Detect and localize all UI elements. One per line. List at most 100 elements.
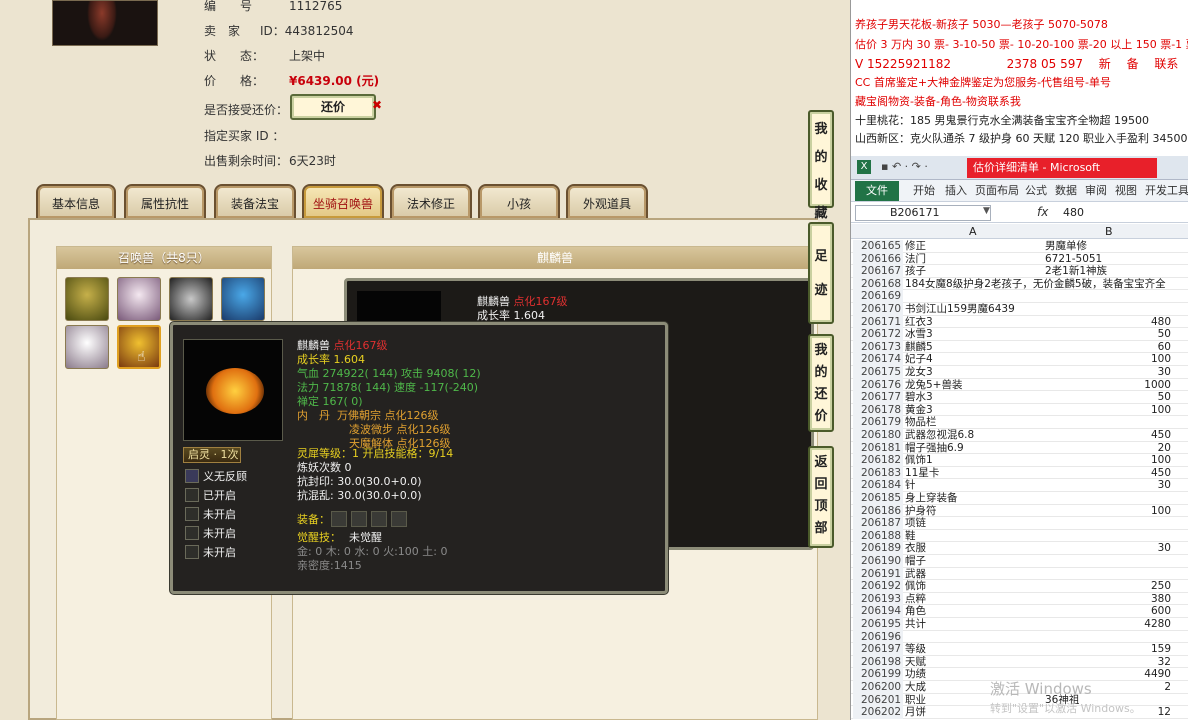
cell-a[interactable]: 孩子 — [905, 265, 926, 278]
cell-a[interactable]: 护身符 — [905, 505, 937, 518]
cell-b[interactable]: 450 — [1041, 429, 1171, 442]
cell-a[interactable]: 针 — [905, 479, 916, 492]
row-number[interactable]: 206182 — [853, 454, 903, 467]
row-number[interactable]: 206190 — [853, 555, 903, 568]
row-number[interactable]: 206185 — [853, 492, 903, 505]
row-number[interactable]: 206187 — [853, 517, 903, 530]
ribbon-tab-data[interactable]: 数据 — [1055, 181, 1077, 201]
row-number[interactable]: 206193 — [853, 592, 903, 606]
skill-slot-icon[interactable] — [185, 488, 199, 502]
cell-b[interactable]: 100 — [1041, 454, 1171, 467]
cell-b[interactable]: 100 — [1041, 404, 1171, 417]
row-number[interactable]: 206184 — [853, 479, 903, 492]
row-number[interactable]: 206195 — [853, 618, 903, 631]
cell-b[interactable]: 50 — [1041, 328, 1171, 341]
ribbon-tab-formulas[interactable]: 公式 — [1025, 181, 1047, 201]
cell-a[interactable]: 物品栏 — [905, 416, 937, 429]
sheet-row[interactable]: 206183 11星卡 450 — [851, 466, 1188, 480]
sheet-row[interactable]: 206196 — [851, 630, 1188, 644]
cell-b[interactable]: 600 — [1041, 605, 1171, 618]
tab-appearance[interactable]: 外观道具 — [566, 184, 648, 218]
ribbon-tab-home[interactable]: 开始 — [913, 181, 935, 201]
equip-slot[interactable] — [371, 511, 387, 527]
skill-slot-icon[interactable] — [185, 507, 199, 521]
equip-slot[interactable] — [351, 511, 367, 527]
cell-a[interactable]: 妃子4 — [905, 353, 933, 366]
skill-slot-icon[interactable] — [185, 545, 199, 559]
cell-a[interactable]: 武器 — [905, 568, 926, 581]
sheet-row[interactable]: 206194 角色 600 — [851, 605, 1188, 618]
cell-a[interactable]: 功绩 — [905, 668, 926, 681]
sheet-row[interactable]: 206166 法门 6721-5051 — [851, 252, 1188, 266]
sheet-row[interactable]: 206189 衣服 30 — [851, 542, 1188, 555]
name-box[interactable]: B206171 — [855, 205, 991, 221]
row-number[interactable]: 206201 — [853, 693, 903, 707]
row-number[interactable]: 206181 — [853, 441, 903, 455]
row-number[interactable]: 206174 — [853, 353, 903, 366]
skill-slot-icon[interactable] — [185, 526, 199, 540]
row-number[interactable]: 206194 — [853, 605, 903, 618]
cell-a[interactable]: 龙兔5+兽装 — [905, 379, 962, 392]
sheet-row[interactable]: 206195 共计 4280 — [851, 618, 1188, 631]
sheet-row[interactable]: 206178 黄金3 100 — [851, 403, 1188, 417]
sheet-row[interactable]: 206169 — [851, 290, 1188, 303]
row-number[interactable]: 206202 — [853, 706, 903, 719]
sheet-row[interactable]: 206174 妃子4 100 — [851, 353, 1188, 366]
row-number[interactable]: 206167 — [853, 265, 903, 278]
row-number[interactable]: 206191 — [853, 567, 903, 581]
summon-avatar[interactable] — [65, 325, 109, 369]
cell-b[interactable]: 4280 — [1041, 618, 1171, 631]
cell-a[interactable]: 衣服 — [905, 542, 926, 555]
sheet-row[interactable]: 206187 项链 — [851, 517, 1188, 530]
row-number[interactable]: 206186 — [853, 504, 903, 518]
sheet-row[interactable]: 206167 孩子 2老1新1神族 — [851, 265, 1188, 278]
my-offers-button[interactable]: 我的还价 — [808, 334, 834, 432]
row-number[interactable]: 206177 — [853, 391, 903, 404]
cell-b[interactable]: 32 — [1041, 656, 1171, 669]
cell-b[interactable]: 1000 — [1041, 379, 1171, 392]
row-number[interactable]: 206197 — [853, 643, 903, 656]
row-number[interactable]: 206180 — [853, 429, 903, 442]
sheet-row[interactable]: 206184 针 30 — [851, 479, 1188, 492]
row-number[interactable]: 206170 — [853, 303, 903, 316]
row-number[interactable]: 206172 — [853, 328, 903, 341]
column-header-a[interactable]: A — [969, 225, 977, 238]
sheet-row[interactable]: 206172 冰雪3 50 — [851, 328, 1188, 341]
sheet-row[interactable]: 206191 武器 — [851, 567, 1188, 581]
sheet-row[interactable]: 206173 麒麟5 60 — [851, 340, 1188, 354]
sheet-row[interactable]: 206179 物品栏 — [851, 416, 1188, 429]
cell-a[interactable]: 天赋 — [905, 656, 926, 669]
sheet-row[interactable]: 206197 等级 159 — [851, 643, 1188, 656]
row-number[interactable]: 206196 — [853, 630, 903, 644]
formula-value[interactable]: 480 — [1063, 206, 1084, 219]
row-number[interactable]: 206178 — [853, 403, 903, 417]
cell-a[interactable]: 鞋 — [905, 530, 916, 543]
cell-a[interactable]: 龙女3 — [905, 366, 933, 379]
equip-slot[interactable] — [331, 511, 347, 527]
cell-b[interactable]: 30 — [1041, 542, 1171, 555]
cell-b[interactable]: 30 — [1041, 479, 1171, 492]
cell-a[interactable]: 武器忽视混6.8 — [905, 429, 974, 442]
row-number[interactable]: 206165 — [853, 240, 903, 253]
sheet-row[interactable]: 206185 身上穿装备 — [851, 492, 1188, 505]
ribbon-tab-view[interactable]: 视图 — [1115, 181, 1137, 201]
tab-children[interactable]: 小孩 — [478, 184, 560, 218]
row-number[interactable]: 206198 — [853, 655, 903, 669]
row-number[interactable]: 206169 — [853, 290, 903, 303]
cell-a[interactable]: 帽子 — [905, 555, 926, 568]
cell-a[interactable]: 项链 — [905, 517, 926, 530]
cell-a[interactable]: 修正 — [905, 240, 926, 253]
ribbon-tab-review[interactable]: 审阅 — [1085, 181, 1107, 201]
cell-b[interactable]: 100 — [1041, 353, 1171, 366]
cell-b[interactable]: 20 — [1041, 442, 1171, 455]
cell-b[interactable]: 250 — [1041, 580, 1171, 593]
cell-a[interactable]: 等级 — [905, 643, 926, 656]
row-number[interactable]: 206176 — [853, 378, 903, 392]
sheet-row[interactable]: 206165 修正 男魔单修 — [851, 240, 1188, 253]
sheet-row[interactable]: 206188 鞋 — [851, 529, 1188, 543]
sheet-row[interactable]: 206175 龙女3 30 — [851, 366, 1188, 379]
quick-access-icons[interactable]: ▪ ↶ · ↷ · — [881, 160, 928, 173]
sheet-row[interactable]: 206192 佩饰 250 — [851, 580, 1188, 593]
sheet-row[interactable]: 206180 武器忽视混6.8 450 — [851, 429, 1188, 442]
cell-a[interactable]: 共计 — [905, 618, 926, 631]
